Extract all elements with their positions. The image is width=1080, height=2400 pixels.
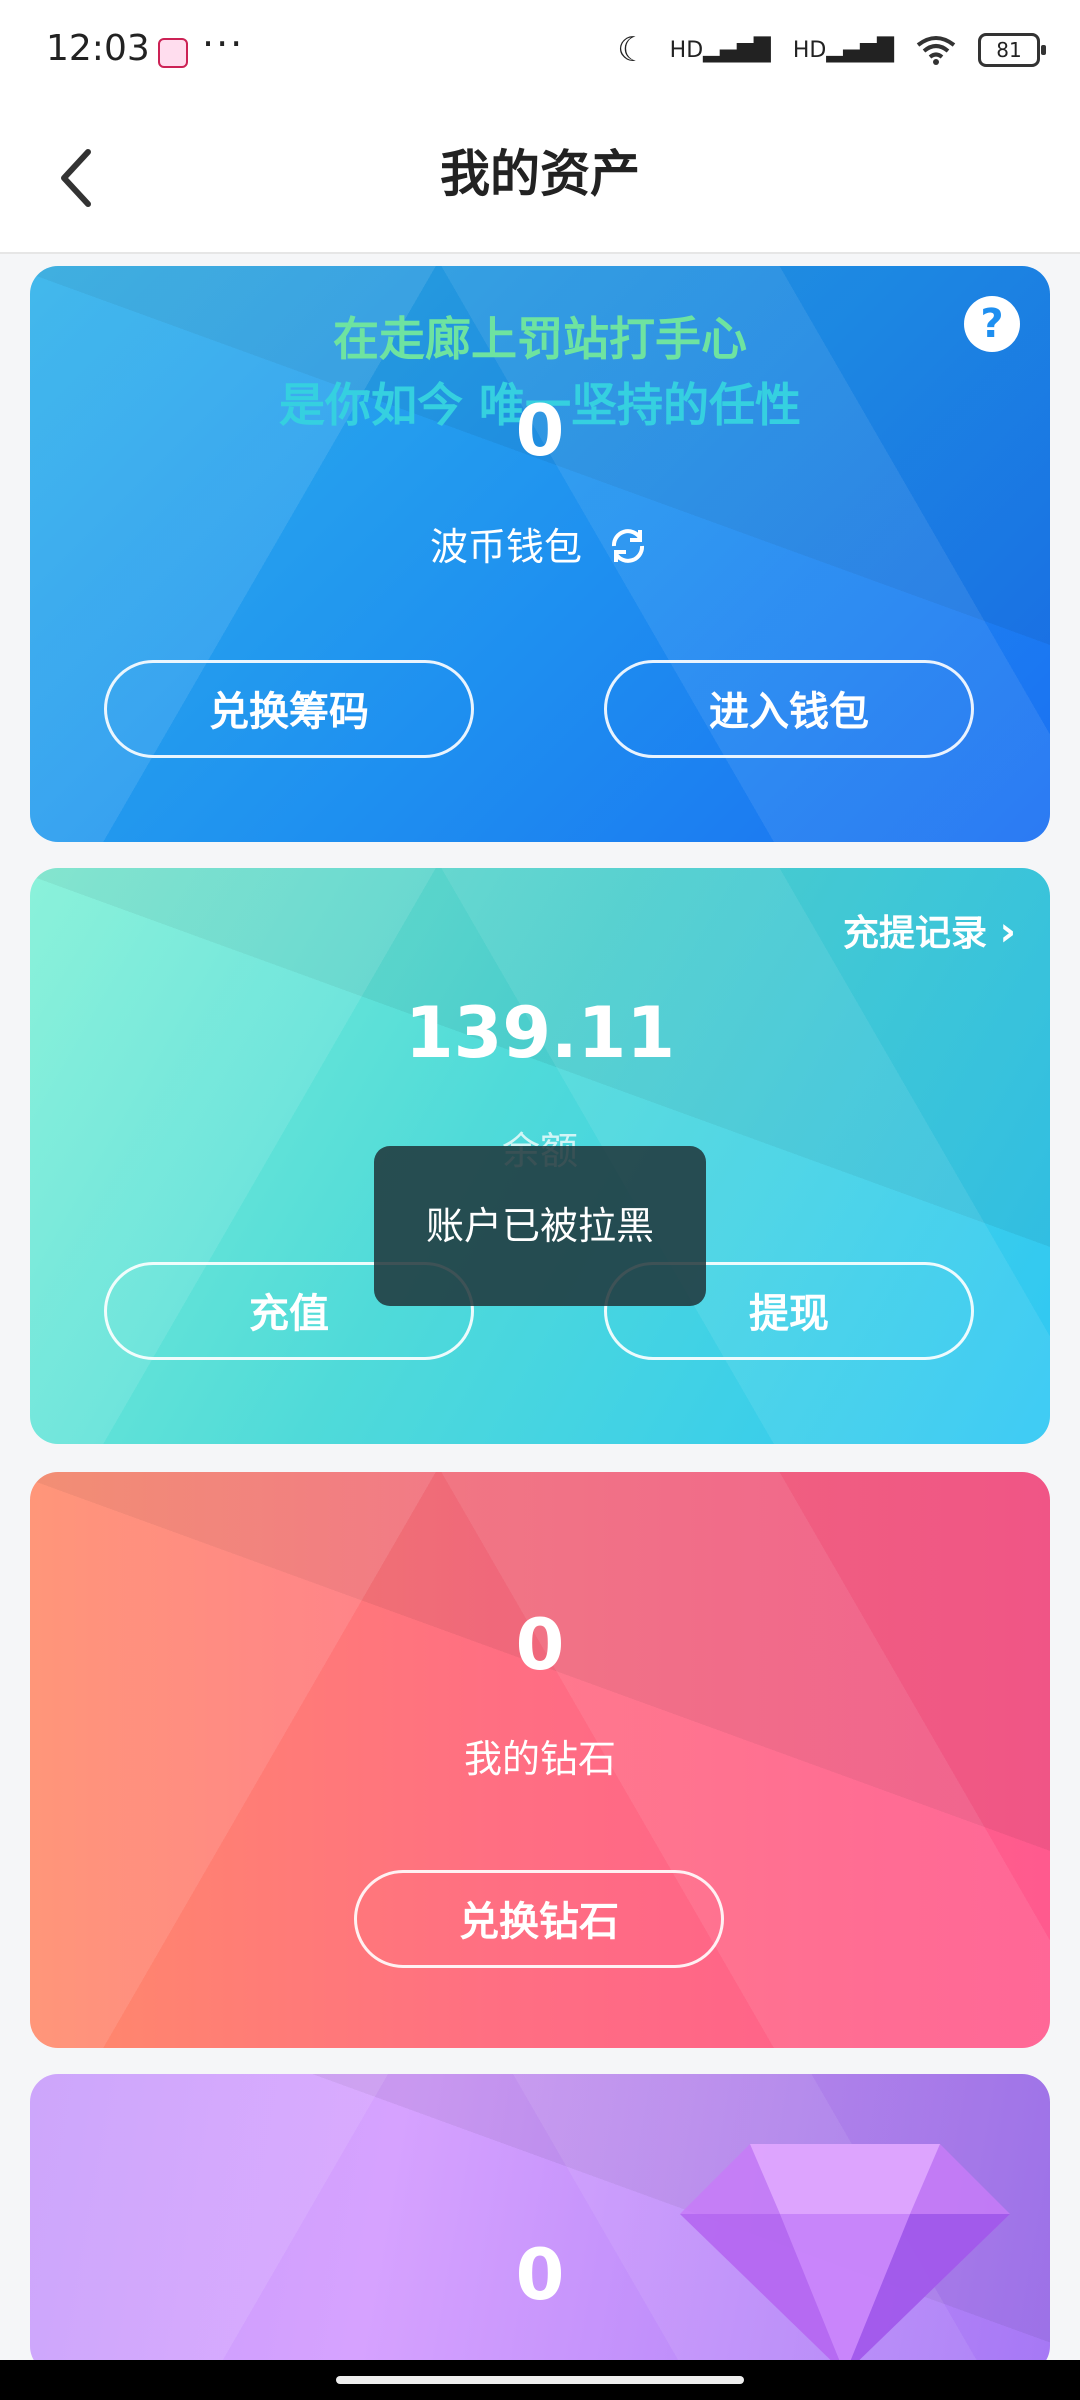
gem-amount: 0	[515, 2234, 565, 2316]
nav-bar: 我的资产	[0, 104, 1080, 254]
status-bar: 12:03 ··· ☾ HD▂▄▆█ HD▂▄▆█ 81	[0, 0, 1080, 104]
diamond-amount: 0	[515, 1604, 565, 1686]
signal-icon-1: HD▂▄▆█	[669, 37, 771, 63]
wifi-icon	[916, 36, 956, 65]
signal-icon-2: HD▂▄▆█	[792, 37, 894, 63]
enter-wallet-button[interactable]: 进入钱包	[604, 660, 974, 758]
moon-icon: ☾	[617, 30, 648, 70]
page-title: 我的资产	[440, 145, 640, 203]
wallet-card: 在走廊上罚站打手心 是你如今 唯一坚持的任性 ? 0 波币钱包 兑换筹码 进入钱…	[30, 266, 1050, 842]
diamond-label: 我的钻石	[463, 1737, 616, 1781]
records-link-label: 充提记录	[842, 913, 987, 954]
gem-card: 0	[30, 2074, 1050, 2374]
help-question-icon[interactable]: ?	[964, 296, 1020, 352]
gesture-bar	[0, 2360, 1080, 2400]
lyric-line-1: 在走廊上罚站打手心	[333, 312, 747, 366]
wallet-label-row: 波币钱包	[30, 516, 1050, 571]
battery-icon: 81	[978, 33, 1046, 67]
wallet-label: 波币钱包	[429, 525, 582, 569]
toast-message: 账户已被拉黑	[374, 1146, 706, 1306]
home-indicator[interactable]	[336, 2376, 744, 2384]
refresh-icon[interactable]	[606, 524, 650, 568]
exchange-diamonds-button[interactable]: 兑换钻石	[354, 1870, 724, 1968]
notification-app-icon	[158, 38, 188, 68]
wallet-amount: 0	[515, 390, 565, 472]
chevron-right-icon: ›	[999, 909, 1016, 955]
recharge-withdraw-records-link[interactable]: 充提记录 ›	[843, 904, 1016, 956]
status-time: 12:03	[46, 28, 150, 69]
exchange-chips-button[interactable]: 兑换筹码	[104, 660, 474, 758]
more-notifications-icon: ···	[202, 22, 245, 66]
balance-amount: 139.11	[404, 992, 676, 1074]
diamond-card: 0 我的钻石 兑换钻石	[30, 1472, 1050, 2048]
